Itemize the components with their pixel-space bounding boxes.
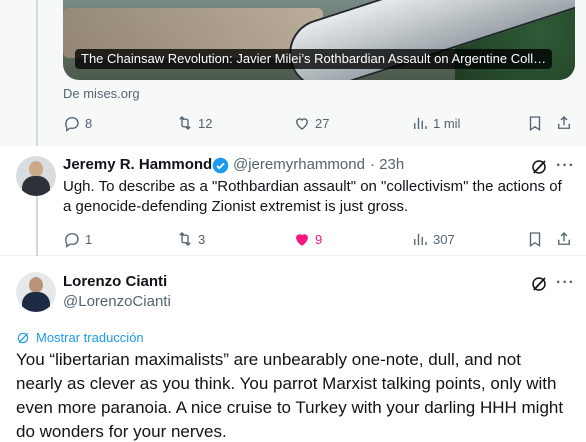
- retweet-count: 3: [198, 231, 206, 247]
- bookmark-icon: [529, 116, 541, 132]
- like-count: 27: [315, 115, 330, 131]
- like-count: 9: [315, 231, 323, 247]
- reply-icon: [65, 233, 79, 248]
- thread-line: [36, 196, 38, 256]
- avatar-head: [29, 277, 43, 293]
- tweet-text-line: do wonders for your nerves.: [16, 422, 227, 441]
- tweet-text-line: Ugh. To describe as a "Rothbardian assau…: [63, 178, 562, 195]
- translate-link[interactable]: Mostrar traducción: [16, 330, 144, 345]
- tweet-text-line: a genocide-defending Zionist extremist i…: [63, 198, 409, 215]
- views-icon: [414, 117, 427, 129]
- tweet-actions: 8 12 27 1 mil: [63, 113, 578, 133]
- views-button[interactable]: 1 mil: [411, 113, 460, 133]
- views-button[interactable]: 307: [411, 229, 455, 249]
- grok-icon[interactable]: [530, 158, 548, 176]
- tweet-text: You “libertarian maximalists” are unbear…: [16, 348, 576, 442]
- translate-label: Mostrar traducción: [36, 330, 144, 345]
- more-icon[interactable]: ···: [556, 157, 575, 175]
- author-name[interactable]: Jeremy R. Hammond: [63, 156, 212, 173]
- reply-icon: [65, 117, 79, 132]
- tweet-time[interactable]: · 23h: [370, 156, 404, 173]
- views-count: 307: [433, 231, 455, 247]
- avatar-head: [29, 161, 43, 177]
- bookmark-button[interactable]: [526, 229, 544, 249]
- avatar[interactable]: [16, 272, 56, 312]
- views-icon: [414, 233, 427, 245]
- avatar[interactable]: [16, 156, 56, 196]
- avatar-body: [22, 292, 50, 312]
- verified-icon[interactable]: [212, 157, 229, 174]
- like-icon: [296, 118, 308, 130]
- tweet-text-line: even more paranoia. A nice cruise to Tur…: [16, 398, 564, 417]
- share-icon: [558, 116, 570, 129]
- grok-icon[interactable]: [530, 275, 548, 293]
- link-card-title[interactable]: The Chainsaw Revolution: Javier Milei’s …: [75, 49, 553, 69]
- previous-tweet[interactable]: The Chainsaw Revolution: Javier Milei’s …: [0, 0, 586, 146]
- tweet-text-line: nearly as clever as you think. You parro…: [16, 374, 557, 393]
- reply-count: 8: [85, 115, 93, 131]
- retweet-count: 12: [198, 115, 213, 131]
- tweet-text-line: You “libertarian maximalists” are unbear…: [16, 350, 521, 369]
- avatar-body: [22, 176, 50, 196]
- reply-button[interactable]: 1: [63, 229, 92, 249]
- retweet-button[interactable]: 3: [176, 229, 205, 249]
- views-count: 1 mil: [433, 115, 461, 131]
- more-icon[interactable]: ···: [556, 274, 575, 292]
- retweet-button[interactable]: 12: [176, 113, 212, 133]
- share-button[interactable]: [555, 113, 573, 133]
- author-handle[interactable]: @LorenzoCianti: [63, 293, 171, 310]
- reply-tweet[interactable]: Jeremy R. Hammond @jeremyrhammond · 23h …: [0, 146, 586, 256]
- thread-line: [36, 0, 38, 146]
- retweet-icon: [179, 116, 191, 130]
- reply-count: 1: [85, 231, 93, 247]
- like-icon: [296, 234, 308, 246]
- author-handle[interactable]: @jeremyrhammond: [233, 156, 365, 173]
- translate-icon: [17, 332, 29, 343]
- bookmark-button[interactable]: [526, 113, 544, 133]
- like-button[interactable]: 9: [293, 229, 322, 249]
- retweet-icon: [179, 232, 191, 246]
- author-name[interactable]: Lorenzo Cianti: [63, 273, 167, 290]
- tweet-actions: 1 3 9 307: [63, 229, 578, 249]
- reply-button[interactable]: 8: [63, 113, 92, 133]
- like-button[interactable]: 27: [293, 113, 329, 133]
- share-icon: [558, 232, 570, 245]
- link-card-source[interactable]: De mises.org: [63, 86, 140, 101]
- share-button[interactable]: [555, 229, 573, 249]
- bookmark-icon: [529, 232, 541, 248]
